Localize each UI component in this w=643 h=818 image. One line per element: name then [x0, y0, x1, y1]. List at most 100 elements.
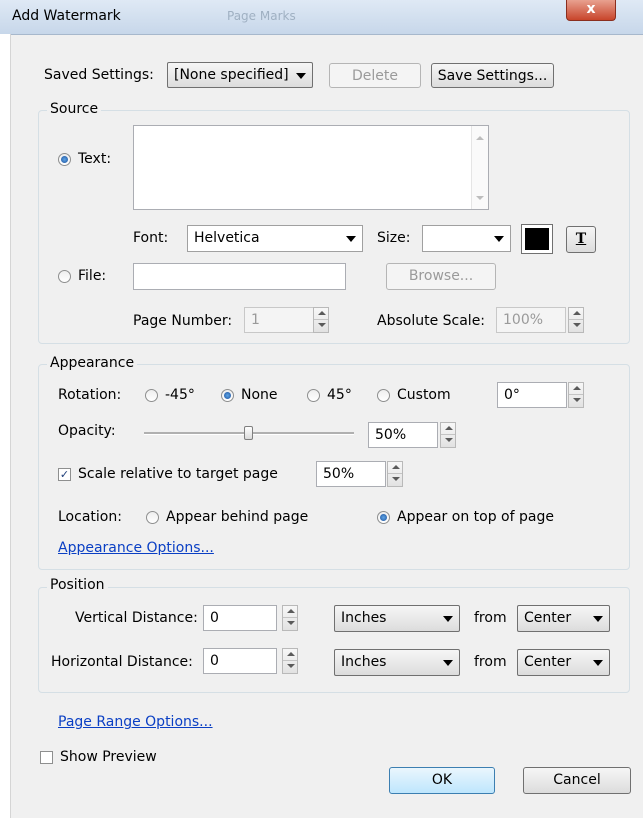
- font-label: Font:: [133, 230, 169, 246]
- horizontal-distance-stepper[interactable]: [282, 648, 298, 674]
- custom-rotation-stepper[interactable]: [568, 382, 584, 408]
- arrow-down-icon: [392, 477, 400, 481]
- stepper-down[interactable]: [283, 661, 297, 673]
- horizontal-unit-value: Inches: [341, 654, 387, 670]
- horizontal-unit-dropdown[interactable]: Inches: [334, 649, 460, 676]
- arrow-down-icon: [318, 323, 326, 327]
- watermark-text-area[interactable]: [133, 125, 489, 210]
- stepper-up[interactable]: [283, 606, 297, 618]
- stepper-down[interactable]: [569, 320, 583, 332]
- close-button[interactable]: x: [566, 0, 616, 21]
- saved-settings-dropdown[interactable]: [None specified]: [167, 62, 313, 88]
- close-icon: x: [586, 1, 596, 17]
- scale-stepper[interactable]: [387, 461, 403, 487]
- stepper-down[interactable]: [314, 320, 328, 332]
- page-range-options-link[interactable]: Page Range Options...: [58, 714, 213, 730]
- stepper-down[interactable]: [283, 618, 297, 630]
- file-source-radio[interactable]: [58, 270, 71, 283]
- vertical-unit-dropdown[interactable]: Inches: [334, 605, 460, 632]
- page-number-value: 1: [251, 312, 260, 328]
- stepper-up[interactable]: [569, 308, 583, 320]
- delete-button[interactable]: Delete: [329, 63, 421, 88]
- stepper-up[interactable]: [283, 649, 297, 661]
- scroll-up-arrow-icon[interactable]: [476, 136, 484, 140]
- stepper-down[interactable]: [388, 474, 402, 486]
- horizontal-distance-input[interactable]: 0: [203, 648, 277, 674]
- chevron-down-icon: [443, 616, 453, 622]
- absolute-scale-value: 100%: [503, 312, 544, 328]
- vertical-from-label: from: [474, 610, 507, 626]
- save-settings-button[interactable]: Save Settings...: [431, 63, 554, 88]
- background-window-title: Page Marks: [227, 9, 296, 23]
- color-swatch-button[interactable]: [521, 224, 553, 254]
- text-source-radio[interactable]: [58, 153, 71, 166]
- chevron-down-icon: [494, 236, 504, 242]
- vertical-from-dropdown[interactable]: Center: [517, 605, 610, 632]
- font-value: Helvetica: [194, 230, 260, 246]
- appear-behind-radio[interactable]: [146, 511, 159, 524]
- absolute-scale-label: Absolute Scale:: [377, 313, 486, 329]
- show-preview-checkbox[interactable]: ✓: [40, 751, 53, 764]
- absolute-scale-stepper[interactable]: [568, 307, 584, 333]
- opacity-slider-thumb[interactable]: [243, 426, 253, 440]
- font-dropdown[interactable]: Helvetica: [187, 225, 363, 252]
- size-dropdown[interactable]: [422, 225, 511, 252]
- rotation-45-label: 45°: [327, 387, 352, 403]
- page-number-input[interactable]: 1: [244, 307, 314, 333]
- scale-input[interactable]: 50%: [316, 461, 386, 487]
- vertical-distance-value: 0: [210, 610, 219, 626]
- text-format-button[interactable]: T: [566, 226, 596, 253]
- text-area-scrollbar[interactable]: [471, 126, 488, 209]
- saved-settings-label: Saved Settings:: [44, 67, 154, 83]
- scale-relative-checkbox[interactable]: ✓: [58, 468, 71, 481]
- file-source-label: File:: [78, 268, 107, 284]
- vertical-distance-input[interactable]: 0: [203, 605, 277, 631]
- vertical-distance-stepper[interactable]: [282, 605, 298, 631]
- vertical-distance-label: Vertical Distance:: [75, 610, 198, 626]
- ok-button[interactable]: OK: [389, 767, 495, 794]
- rotation-custom-label: Custom: [397, 387, 451, 403]
- stepper-up[interactable]: [441, 423, 455, 435]
- chevron-down-icon: [346, 236, 356, 242]
- opacity-input[interactable]: 50%: [368, 422, 438, 448]
- file-path-input[interactable]: [133, 263, 346, 290]
- stepper-up[interactable]: [569, 383, 583, 395]
- rotation-custom-radio[interactable]: [377, 389, 390, 402]
- opacity-label: Opacity:: [58, 423, 116, 439]
- custom-rotation-input[interactable]: 0°: [497, 382, 567, 408]
- chevron-down-icon: [593, 616, 603, 622]
- browse-button[interactable]: Browse...: [386, 263, 496, 290]
- rotation-minus45-label: -45°: [165, 387, 195, 403]
- appear-on-top-radio[interactable]: [377, 511, 390, 524]
- arrow-down-icon: [287, 621, 295, 625]
- ok-button-label: OK: [431, 772, 453, 788]
- rotation-45-radio[interactable]: [307, 389, 320, 402]
- absolute-scale-input[interactable]: 100%: [496, 307, 566, 333]
- cancel-button[interactable]: Cancel: [523, 767, 631, 794]
- stepper-down[interactable]: [569, 395, 583, 407]
- arrow-down-icon: [573, 398, 581, 402]
- color-swatch-fill: [525, 228, 549, 250]
- page-number-stepper[interactable]: [313, 307, 329, 333]
- delete-button-label: Delete: [352, 68, 398, 84]
- location-label: Location:: [58, 509, 122, 525]
- scroll-down-arrow-icon[interactable]: [476, 196, 484, 200]
- rotation-none-radio[interactable]: [221, 389, 234, 402]
- opacity-stepper[interactable]: [440, 422, 456, 448]
- window-left-edge: [0, 34, 11, 818]
- scale-value: 50%: [323, 466, 355, 482]
- window-title: Add Watermark: [12, 8, 121, 24]
- source-legend: Source: [47, 101, 102, 117]
- chevron-down-icon: [443, 660, 453, 666]
- stepper-down[interactable]: [441, 435, 455, 447]
- horizontal-from-label: from: [474, 654, 507, 670]
- horizontal-from-dropdown[interactable]: Center: [517, 649, 610, 676]
- arrow-up-icon: [287, 609, 295, 613]
- appearance-options-link[interactable]: Appearance Options...: [58, 540, 214, 556]
- position-legend: Position: [47, 577, 108, 593]
- stepper-up[interactable]: [388, 462, 402, 474]
- page-number-label: Page Number:: [133, 313, 233, 329]
- cancel-button-label: Cancel: [553, 772, 601, 788]
- rotation-minus45-radio[interactable]: [145, 389, 158, 402]
- stepper-up[interactable]: [314, 308, 328, 320]
